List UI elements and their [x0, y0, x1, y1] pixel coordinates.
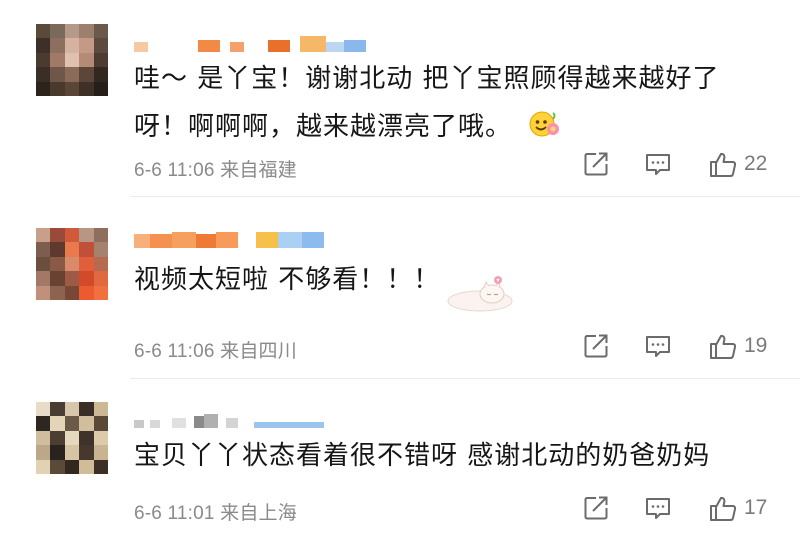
avatar[interactable] [36, 402, 108, 474]
thumbs-up-icon[interactable] [708, 494, 737, 522]
comment-actions: 19 [582, 332, 767, 360]
like-count: 17 [744, 496, 768, 519]
divider [130, 378, 800, 379]
username-redacted[interactable] [134, 226, 324, 248]
comment-item: 宝贝丫丫状态看着很不错呀 感谢北动的奶爸奶妈 6-6 11:01 来自上海 17 [0, 380, 800, 548]
divider [130, 196, 800, 197]
comment-actions: 17 [582, 494, 767, 522]
comment-text-line: 宝贝丫丫状态看着很不错呀 感谢北动的奶爸奶妈 [134, 441, 711, 471]
sleeping-cat-sticker-icon [440, 274, 516, 318]
comment-item: 哇～ 是丫宝！谢谢北动 把丫宝照顾得越来越好了 呀！啊啊啊，越来越漂亮了哦。 6… [0, 0, 800, 197]
thumbs-up-icon[interactable] [708, 332, 737, 360]
comment-icon[interactable] [644, 332, 672, 360]
comment-meta: 6-6 11:06 来自四川 [134, 341, 297, 362]
like-count: 22 [744, 152, 768, 175]
like-count: 19 [744, 334, 768, 357]
comment-text-line: 呀！啊啊啊，越来越漂亮了哦。 [134, 103, 770, 157]
avatar[interactable] [36, 228, 108, 300]
comment-text: 宝贝丫丫状态看着很不错呀 感谢北动的奶爸奶妈 [134, 432, 770, 480]
avatar[interactable] [36, 24, 108, 96]
comment-icon[interactable] [644, 150, 672, 178]
share-icon[interactable] [582, 332, 610, 360]
comment-text: 哇～ 是丫宝！谢谢北动 把丫宝照顾得越来越好了 呀！啊啊啊，越来越漂亮了哦。 [134, 55, 770, 157]
comment-text-line: 哇～ 是丫宝！谢谢北动 把丫宝照顾得越来越好了 [134, 64, 720, 94]
comment-meta: 6-6 11:06 来自福建 [134, 160, 297, 181]
smiling-flower-emoji-icon [527, 107, 561, 157]
comment-meta: 6-6 11:01 来自上海 [134, 503, 297, 524]
username-redacted[interactable] [134, 406, 324, 428]
username-redacted[interactable] [134, 30, 366, 52]
comment-icon[interactable] [644, 494, 672, 522]
share-icon[interactable] [582, 150, 610, 178]
thumbs-up-icon[interactable] [708, 150, 737, 178]
share-icon[interactable] [582, 494, 610, 522]
comment-text-line-content: 呀！啊啊啊，越来越漂亮了哦。 [134, 112, 513, 142]
comment-actions: 22 [582, 150, 767, 178]
comment-item: 视频太短啦 不够看！！！ 6-6 11:06 来自四川 19 [0, 198, 800, 379]
